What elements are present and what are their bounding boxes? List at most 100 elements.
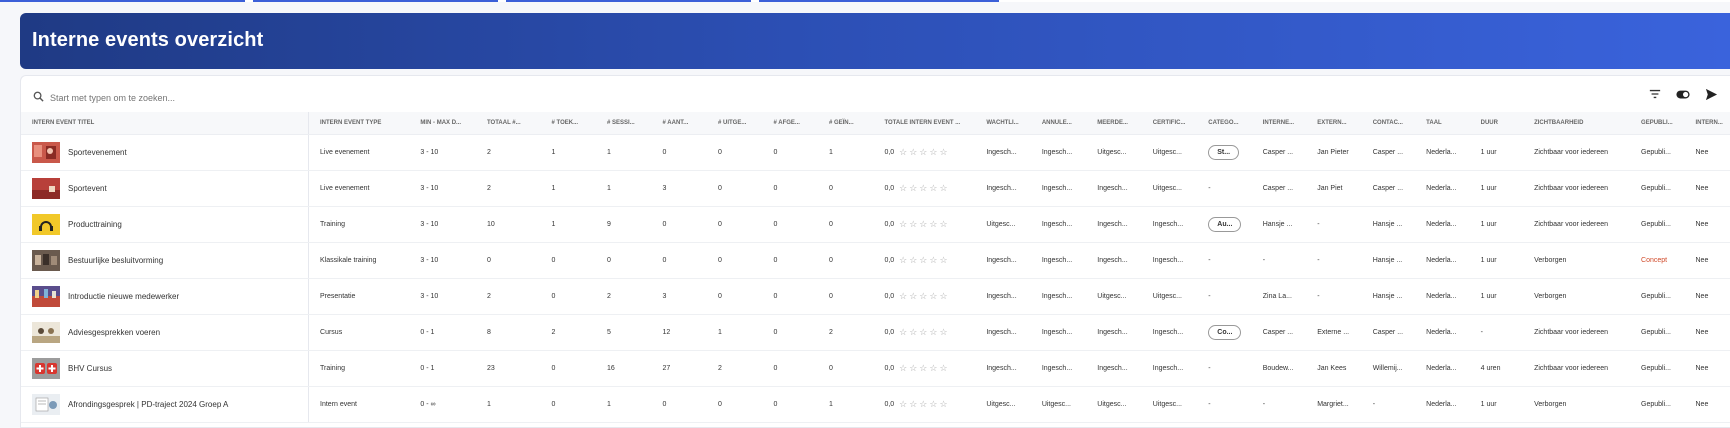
cell-duur: 1 uur — [1469, 386, 1524, 423]
cell-taal: Nederla... — [1415, 242, 1470, 279]
event-title-cell[interactable]: Introductie nieuwe medewerker — [21, 278, 310, 315]
table-row[interactable]: Adviesgesprekken voeren Cursus 0 - 1 8 2 5 12 1… — [21, 314, 1730, 351]
cell-taal: Nederla... — [1415, 278, 1470, 315]
cell-extern: - — [1306, 278, 1362, 315]
filter-icon[interactable] — [1648, 87, 1662, 101]
cell-gepub: Gepubli... — [1630, 134, 1685, 171]
cell-zicht: Zichtbaar voor iedereen — [1523, 350, 1631, 387]
event-title-cell[interactable]: Sportevent — [21, 170, 310, 207]
table-row[interactable]: Producttraining Training 3 - 10 10 1 9 0 0 0 0 0,0… — [21, 206, 1730, 243]
event-title[interactable]: Adviesgesprekken voeren — [68, 328, 160, 337]
table-row[interactable]: Afrondingsgesprek | PD-traject 2024 Groe… — [21, 386, 1730, 423]
column-header[interactable]: GEPUBLI... — [1630, 112, 1685, 135]
cell-minmax: 3 - 10 — [409, 242, 476, 279]
cell-aant: 0 — [651, 206, 707, 243]
event-title[interactable]: Bestuurlijke besluitvorming — [68, 256, 163, 265]
column-header[interactable]: EXTERN... — [1306, 112, 1362, 135]
column-header[interactable]: INTERN EVENT TYPE — [308, 112, 410, 135]
cell-minmax: 0 - 1 — [409, 314, 476, 351]
column-header[interactable]: TAAL — [1415, 112, 1470, 135]
event-title-cell[interactable]: Sportevenement — [21, 134, 310, 171]
cell-extern: Jan Pieter — [1306, 134, 1362, 171]
cell-zicht: Zichtbaar voor iedereen — [1523, 134, 1631, 171]
column-header[interactable]: CONTAC... — [1361, 112, 1416, 135]
star-rating-icon: ☆☆☆☆☆ — [899, 290, 950, 301]
cell-totaal: 23 — [475, 350, 541, 387]
send-icon[interactable] — [1704, 87, 1718, 101]
cell-afge: 0 — [762, 350, 818, 387]
cell-aant: 12 — [651, 314, 707, 351]
category-badge[interactable]: Au... — [1208, 216, 1242, 232]
event-title-cell[interactable]: Producttraining — [21, 206, 310, 243]
cell-minmax: 3 - 10 — [409, 170, 476, 207]
category-badge[interactable]: St... — [1208, 144, 1240, 160]
column-header[interactable]: ZICHTBAARHEID — [1523, 112, 1631, 135]
search-input[interactable] — [50, 93, 350, 103]
cell-toek: 0 — [540, 350, 597, 387]
column-header[interactable]: MEERDE... — [1086, 112, 1142, 135]
column-header[interactable]: # UITGE... — [706, 112, 763, 135]
cell-gein: 1 — [817, 134, 874, 171]
column-header[interactable]: WACHTLI... — [975, 112, 1031, 135]
cell-totaal: 8 — [475, 314, 541, 351]
event-title[interactable]: Afrondingsgesprek | PD-traject 2024 Groe… — [68, 400, 228, 409]
event-title[interactable]: Introductie nieuwe medewerker — [68, 292, 179, 301]
cell-gein: 0 — [817, 206, 874, 243]
cell-categ: - — [1197, 278, 1252, 315]
event-title-cell[interactable]: Bestuurlijke besluitvorming — [21, 242, 310, 279]
cell-totaal: 0 — [475, 242, 541, 279]
table-row[interactable]: Introductie nieuwe medewerker Presentatie… — [21, 278, 1730, 315]
event-title-cell[interactable]: Adviesgesprekken voeren — [21, 314, 310, 351]
cell-aant: 3 — [651, 278, 707, 315]
cell-aant: 27 — [651, 350, 707, 387]
search-bar[interactable] — [33, 89, 350, 107]
cell-categ: - — [1197, 170, 1252, 207]
column-header[interactable]: ANNULE... — [1030, 112, 1087, 135]
cell-intern: Casper ... — [1251, 134, 1307, 171]
cell-certif: Uitgesc... — [1141, 134, 1198, 171]
category-badge[interactable]: Co... — [1208, 324, 1242, 340]
cell-duur: - — [1469, 314, 1524, 351]
event-title[interactable]: Producttraining — [68, 220, 122, 229]
toggle-icon[interactable] — [1676, 87, 1690, 101]
column-header[interactable]: INTERN EVENT TITEL — [21, 112, 310, 135]
event-title-cell[interactable]: BHV Cursus — [21, 350, 310, 387]
column-header[interactable]: DUUR — [1469, 112, 1524, 135]
event-title-cell[interactable]: Afrondingsgesprek | PD-traject 2024 Groe… — [21, 386, 310, 423]
cell-type: Training — [308, 206, 410, 243]
column-header[interactable]: CATEGO... — [1197, 112, 1252, 135]
column-header[interactable]: # AANT... — [651, 112, 707, 135]
column-header[interactable]: CERTIFIC... — [1141, 112, 1198, 135]
column-header[interactable]: # SESSI... — [596, 112, 652, 135]
column-header[interactable]: # GEÏN... — [817, 112, 874, 135]
cell-wacht: Uitgesc... — [975, 386, 1031, 423]
column-header[interactable]: # TOEK... — [540, 112, 597, 135]
event-thumbnail — [32, 177, 60, 199]
event-title[interactable]: BHV Cursus — [68, 364, 112, 373]
table-row[interactable]: Sportevent Live evenement 3 - 10 2 1 1 3 0 0 0 0,0… — [21, 170, 1730, 207]
column-header[interactable]: MIN - MAX D... — [409, 112, 476, 135]
cell-afge: 0 — [762, 170, 818, 207]
column-header[interactable]: TOTAAL #... — [475, 112, 541, 135]
cell-taal: Nederla... — [1415, 170, 1470, 207]
table-row[interactable]: BHV Cursus Training 0 - 1 23 0 16 27 2 0 0 0,0 ☆☆☆☆… — [21, 350, 1730, 387]
cell-meerd: Uitgesc... — [1086, 386, 1142, 423]
rating-value: 0,0 — [884, 256, 895, 264]
cell-sessi: 2 — [596, 278, 652, 315]
table-row[interactable]: Bestuurlijke besluitvorming Klassikale tr… — [21, 242, 1730, 279]
star-rating-icon: ☆☆☆☆☆ — [899, 218, 950, 229]
column-header[interactable]: INTERN... — [1684, 112, 1730, 135]
column-header[interactable]: INTERNE... — [1251, 112, 1307, 135]
column-header[interactable]: # AFGE... — [762, 112, 818, 135]
column-header[interactable]: TOTALE INTERN EVENT ... — [873, 112, 976, 135]
cell-afge: 0 — [762, 278, 818, 315]
cell-extern: Jan Kees — [1306, 350, 1362, 387]
event-title[interactable]: Sportevent — [68, 184, 107, 193]
cell-intern: - — [1251, 242, 1307, 279]
cell-duur: 1 uur — [1469, 242, 1524, 279]
cell-extern: - — [1306, 206, 1362, 243]
events-panel: INTERN EVENT TITELINTERN EVENT TYPEMIN -… — [20, 75, 1730, 428]
event-title[interactable]: Sportevenement — [68, 148, 127, 157]
cell-contact: Casper ... — [1361, 134, 1416, 171]
table-row[interactable]: Sportevenement Live evenement 3 - 10 2 1 1 0 0 0… — [21, 134, 1730, 171]
